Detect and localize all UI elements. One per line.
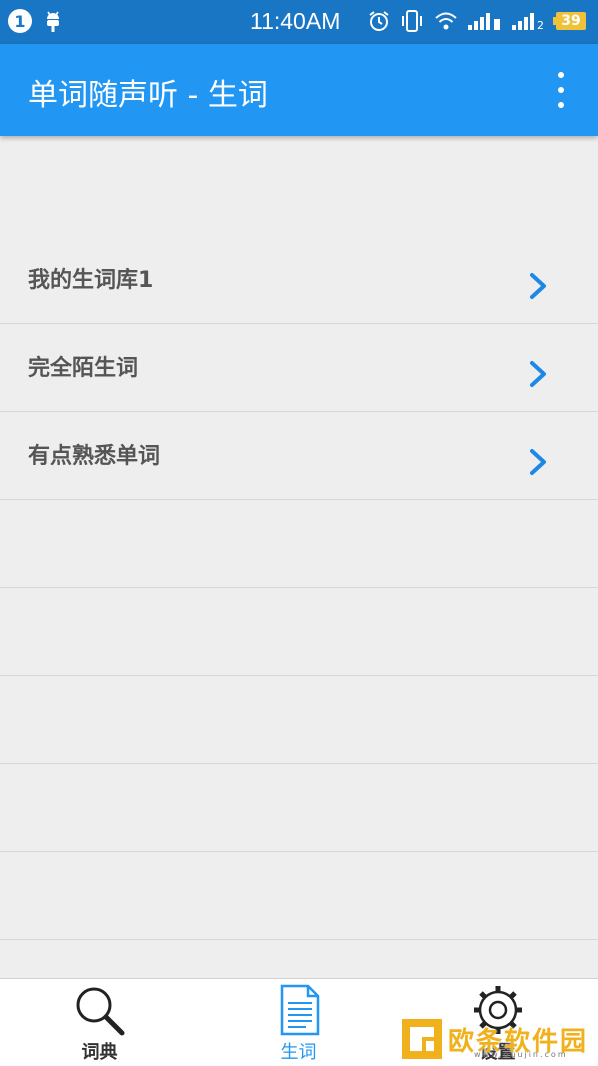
empty-row — [0, 588, 598, 676]
empty-row — [0, 764, 598, 852]
document-icon — [280, 984, 319, 1036]
menu-dot — [558, 87, 564, 93]
signal-icon — [468, 13, 500, 30]
watermark-subtext: www.ouujin.com — [474, 1050, 568, 1059]
watermark-logo-icon — [402, 1019, 442, 1059]
menu-dot — [558, 72, 564, 78]
page-title: 单词随声听 - 生词 — [28, 78, 268, 113]
menu-dot — [558, 102, 564, 108]
list-item[interactable]: 有点熟悉单词 — [0, 412, 598, 500]
list-item[interactable]: 我的生词库1 — [0, 236, 598, 324]
chevron-right-icon — [530, 361, 546, 387]
empty-row — [0, 500, 598, 588]
android-icon — [47, 11, 59, 32]
signal-2-icon: 2 — [512, 13, 544, 31]
wifi-icon — [435, 12, 457, 30]
alarm-icon — [369, 11, 389, 31]
status-time: 11:40AM — [250, 8, 341, 34]
sim2-label: 2 — [537, 19, 544, 31]
overflow-menu-icon[interactable] — [544, 72, 578, 108]
tab-label: 生词 — [280, 1042, 317, 1063]
vibrate-icon — [402, 10, 422, 32]
search-icon — [76, 987, 124, 1036]
app-bar: 单词随声听 - 生词 — [0, 44, 598, 136]
notification-count-badge: 1 — [8, 9, 32, 33]
tab-vocabulary[interactable]: 生词 — [199, 979, 398, 1066]
tab-label: 词典 — [81, 1042, 118, 1063]
empty-row — [0, 676, 598, 764]
empty-row — [0, 852, 598, 940]
status-right: 2 39 — [368, 10, 596, 32]
vocab-list: 我的生词库1 完全陌生词 有点熟悉单词 — [0, 236, 598, 940]
list-item-label: 我的生词库1 — [28, 268, 154, 293]
list-item-label: 有点熟悉单词 — [28, 444, 161, 469]
list-item-label: 完全陌生词 — [28, 356, 139, 381]
status-left: 1 — [8, 9, 62, 33]
tab-dictionary[interactable]: 词典 — [0, 979, 199, 1066]
list-item[interactable]: 完全陌生词 — [0, 324, 598, 412]
chevron-right-icon — [530, 273, 546, 299]
watermark: 欧条软件园 www.ouujin.com — [398, 1015, 594, 1061]
battery-icon: 39 — [553, 12, 586, 30]
status-bar: 1 11:40AM 2 39 — [0, 0, 598, 44]
chevron-right-icon — [530, 449, 546, 475]
